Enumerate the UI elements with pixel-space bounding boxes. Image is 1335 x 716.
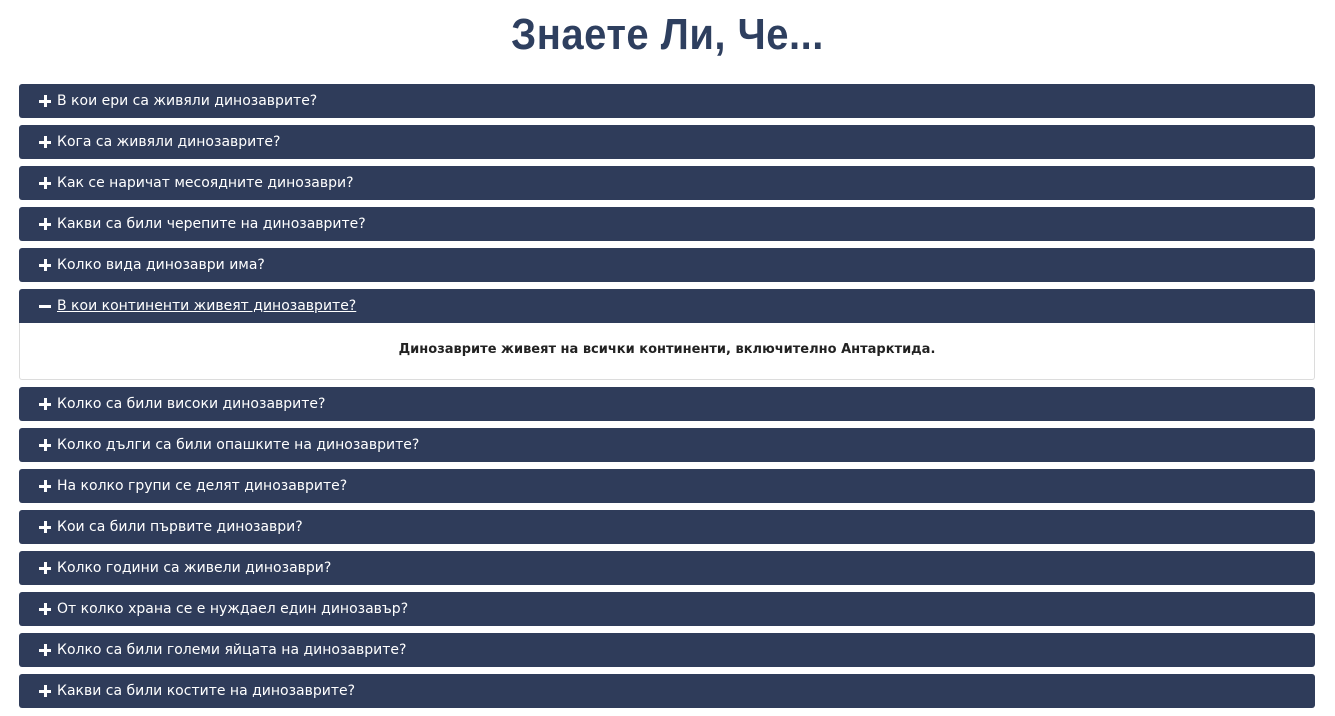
plus-icon <box>39 136 51 148</box>
faq-question-toggle[interactable]: Как се наричат месоядните динозаври? <box>19 166 1315 200</box>
faq-item: Колко са били големи яйцата на динозаври… <box>19 633 1315 667</box>
faq-question-toggle[interactable]: Колко дълги са били опашките на динозавр… <box>19 428 1315 462</box>
faq-question-toggle[interactable]: Какви са били черепите на динозаврите? <box>19 207 1315 241</box>
faq-question-label: Кога са живяли динозаврите? <box>57 134 281 150</box>
faq-question-toggle[interactable]: Какви са били костите на динозаврите? <box>19 674 1315 708</box>
faq-question-label: Колко вида динозаври има? <box>57 257 265 273</box>
plus-icon <box>39 95 51 107</box>
faq-item: Какви са били черепите на динозаврите? <box>19 207 1315 241</box>
faq-question-label: Кои са били първите динозаври? <box>57 519 303 535</box>
faq-question-label: В кои континенти живеят динозаврите? <box>57 298 357 314</box>
faq-question-toggle[interactable]: От колко храна се е нуждаел един динозав… <box>19 592 1315 626</box>
faq-question-label: На колко групи се делят динозаврите? <box>57 478 348 494</box>
faq-accordion: В кои ери са живяли динозаврите? Кога са … <box>19 84 1315 715</box>
faq-item: Колко вида динозаври има? <box>19 248 1315 282</box>
plus-icon <box>39 603 51 615</box>
faq-question-label: Какви са били черепите на динозаврите? <box>57 216 366 232</box>
faq-question-label: Колко са били високи динозаврите? <box>57 396 326 412</box>
faq-question-toggle[interactable]: Колко са били големи яйцата на динозаври… <box>19 633 1315 667</box>
faq-question-label: Как се наричат месоядните динозаври? <box>57 175 354 191</box>
plus-icon <box>39 562 51 574</box>
faq-item: Какви са били костите на динозаврите? <box>19 674 1315 708</box>
plus-icon <box>39 644 51 656</box>
faq-item: От колко храна се е нуждаел един динозав… <box>19 592 1315 626</box>
faq-item: Кога са живяли динозаврите? <box>19 125 1315 159</box>
plus-icon <box>39 218 51 230</box>
faq-question-label: Какви са били костите на динозаврите? <box>57 683 356 699</box>
faq-question-toggle[interactable]: Колко вида динозаври има? <box>19 248 1315 282</box>
faq-item: На колко групи се делят динозаврите? <box>19 469 1315 503</box>
faq-item: В кои континенти живеят динозаврите? Дино… <box>19 289 1315 380</box>
faq-question-toggle[interactable]: В кои континенти живеят динозаврите? <box>19 289 1315 323</box>
minus-icon <box>39 300 51 312</box>
plus-icon <box>39 480 51 492</box>
faq-question-toggle[interactable]: На колко групи се делят динозаврите? <box>19 469 1315 503</box>
plus-icon <box>39 439 51 451</box>
plus-icon <box>39 398 51 410</box>
plus-icon <box>39 259 51 271</box>
faq-item: Как се наричат месоядните динозаври? <box>19 166 1315 200</box>
faq-question-label: В кои ери са живяли динозаврите? <box>57 93 318 109</box>
faq-question-toggle[interactable]: В кои ери са живяли динозаврите? <box>19 84 1315 118</box>
faq-question-toggle[interactable]: Кога са живяли динозаврите? <box>19 125 1315 159</box>
faq-question-label: Колко години са живели динозаври? <box>57 560 332 576</box>
page-title: Знаете Ли, Че... <box>511 11 824 59</box>
faq-item: Колко са били високи динозаврите? <box>19 387 1315 421</box>
plus-icon <box>39 521 51 533</box>
faq-question-label: Колко дълги са били опашките на динозавр… <box>57 437 420 453</box>
faq-item: Колко дълги са били опашките на динозавр… <box>19 428 1315 462</box>
faq-item: Кои са били първите динозаври? <box>19 510 1315 544</box>
faq-answer: Динозаврите живеят на всички континенти,… <box>19 323 1315 380</box>
faq-item: Колко години са живели динозаври? <box>19 551 1315 585</box>
faq-question-toggle[interactable]: Колко са били високи динозаврите? <box>19 387 1315 421</box>
faq-question-toggle[interactable]: Колко години са живели динозаври? <box>19 551 1315 585</box>
plus-icon <box>39 685 51 697</box>
faq-question-toggle[interactable]: Кои са били първите динозаври? <box>19 510 1315 544</box>
faq-item: В кои ери са живяли динозаврите? <box>19 84 1315 118</box>
plus-icon <box>39 177 51 189</box>
faq-question-label: От колко храна се е нуждаел един динозав… <box>57 601 409 617</box>
faq-question-label: Колко са били големи яйцата на динозаври… <box>57 642 407 658</box>
